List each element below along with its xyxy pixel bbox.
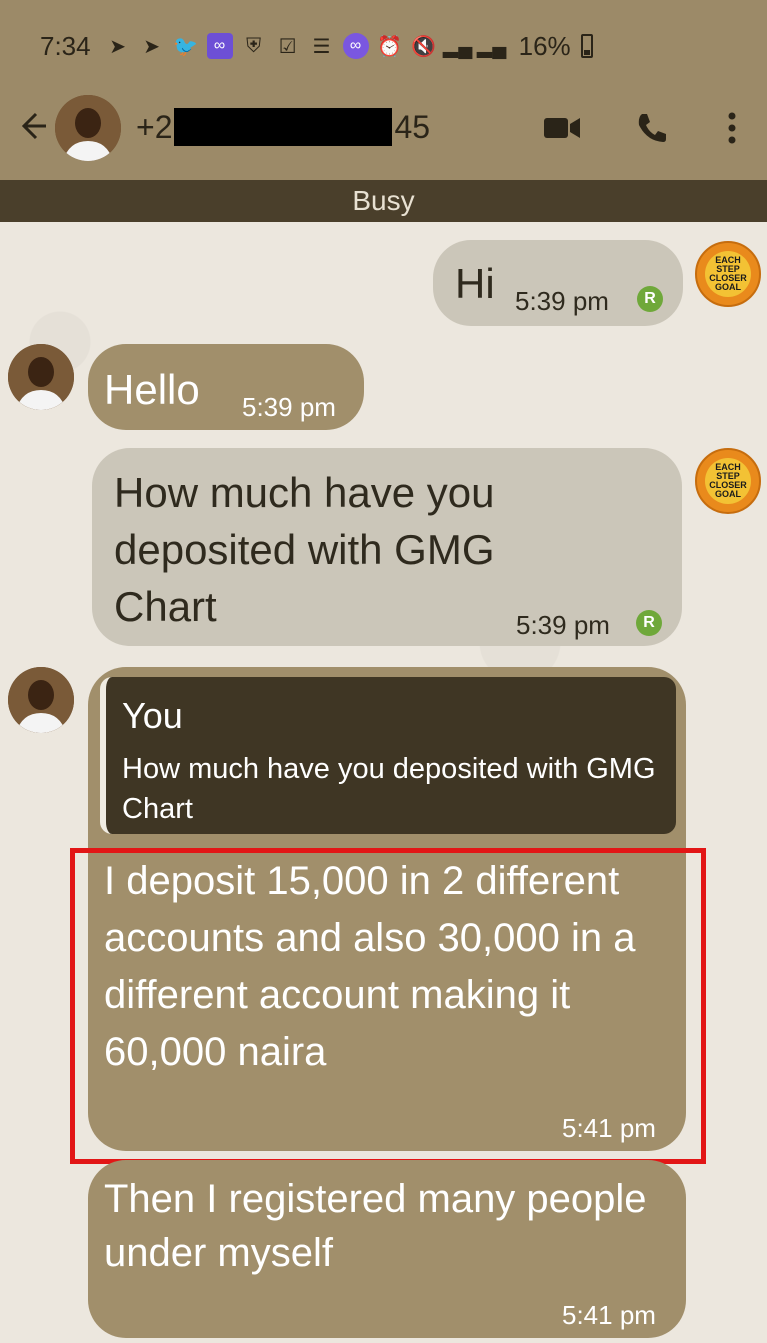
link-app-icon: ∞ [206,33,233,59]
link-app-icon: ∞ [342,33,369,59]
quoted-message[interactable]: You How much have you deposited with GMG… [100,677,676,834]
message-time: 5:41 pm [562,1300,656,1330]
message-bubble[interactable]: Then I registered many people under myse… [88,1160,686,1338]
twitter-icon: 🐦 [173,35,199,58]
goal-logo: EACH STEP CLOSER GOAL [705,458,751,504]
telegram-icon: ➤ [143,35,160,58]
redaction-box [174,108,393,146]
message-text: Hello [104,366,200,413]
quote-text: How much have you deposited with GMG Cha… [122,753,656,825]
message-text: Then I registered many people under myse… [104,1177,647,1275]
contact-prefix: +2 [136,108,173,145]
battery-icon [580,34,593,58]
read-badge: R [636,610,662,636]
contact-name[interactable]: +2 45 [136,108,430,146]
message-bubble[interactable]: How much have you deposited with GMG Cha… [92,448,682,646]
chat-header: +2 45 [0,88,767,168]
mute-icon: 🔇 [411,35,437,58]
own-avatar[interactable]: EACH STEP CLOSER GOAL [695,241,761,307]
read-badge: R [637,286,663,312]
status-banner: Busy [0,180,767,222]
alarm-icon: ⏰ [377,35,403,58]
status-bar: 7:34 ➤ ➤ 🐦 ∞ ⛨ ☑ ☰ ∞ ⏰ 🔇 ▂▄ ▂▄ 16% [40,28,593,64]
message-time: 5:39 pm [242,392,336,422]
status-time: 7:34 [40,30,91,61]
battery-percent: 16% [518,30,571,61]
message-time: 5:39 pm [515,286,609,316]
shield-icon: ⛨ [246,34,262,57]
highlight-box [70,848,706,1164]
arrow-left-icon[interactable] [14,108,50,148]
quote-author: You [122,695,183,736]
message-text: Hi [455,260,495,307]
news-icon: ☰ [312,35,331,58]
telegram-icon: ➤ [109,35,126,58]
video-call-icon[interactable] [540,106,584,150]
goal-logo: EACH STEP CLOSER GOAL [705,251,751,297]
contact-avatar[interactable] [8,344,74,410]
top-bar: 7:34 ➤ ➤ 🐦 ∞ ⛨ ☑ ☰ ∞ ⏰ 🔇 ▂▄ ▂▄ 16% +2 45 [0,0,767,180]
more-vertical-icon[interactable] [710,106,754,150]
contact-avatar[interactable] [55,95,121,161]
signal-icon: ▂▄ [442,35,473,58]
message-bubble[interactable]: Hi 5:39 pm R [433,240,683,326]
message-time: 5:39 pm [516,610,610,640]
message-text: How much have you deposited with GMG Cha… [114,469,495,630]
phone-icon[interactable] [630,106,674,150]
contact-suffix: 45 [394,108,431,145]
checkbox-icon: ☑ [278,35,297,58]
signal-icon: ▂▄ [476,35,507,58]
contact-avatar[interactable] [8,667,74,733]
own-avatar[interactable]: EACH STEP CLOSER GOAL [695,448,761,514]
message-bubble[interactable]: Hello 5:39 pm [88,344,364,430]
